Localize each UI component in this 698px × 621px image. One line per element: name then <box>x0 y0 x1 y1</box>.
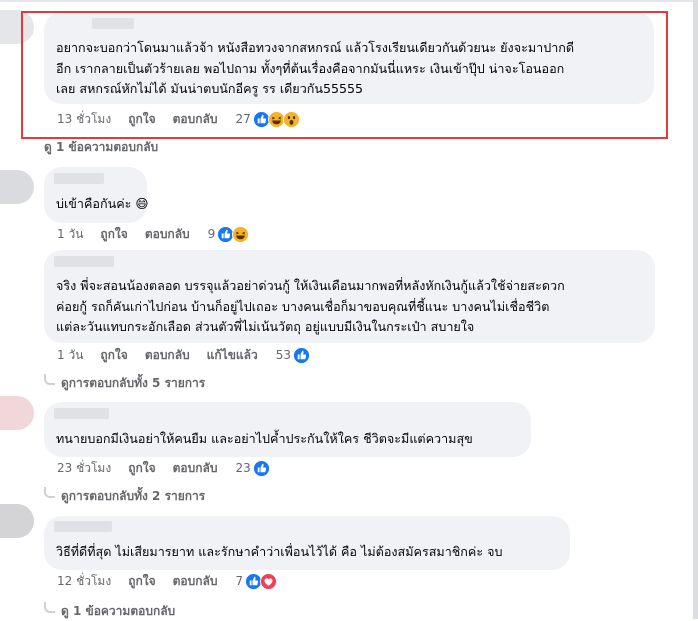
reply-thread-curve <box>44 374 55 385</box>
reply-thread-curve <box>44 602 55 613</box>
comment-text-line: จริง พี่จะสอนน้องตลอด บรรจุแล้วอย่าด่วนก… <box>56 278 565 293</box>
reply-button[interactable]: ตอบกลับ <box>145 225 190 244</box>
view-replies-link[interactable]: ดูการตอบกลับทั้ง 5 รายการ <box>44 374 205 393</box>
top-divider <box>0 0 698 2</box>
comment-timestamp[interactable]: 12 ชั่วโมง <box>57 572 111 591</box>
comment-text-line: ทนายบอกมีเงินอย่าให้คนยืม และอย่าไปค้ำปร… <box>56 431 473 446</box>
comment-actions: 23 ชั่วโมง ถูกใจ ตอบกลับ 23 <box>57 459 270 477</box>
avatar[interactable] <box>0 10 34 44</box>
reply-thread-curve <box>44 487 55 498</box>
reaction-count[interactable]: 7 <box>235 574 243 588</box>
reaction-icons[interactable] <box>245 572 278 590</box>
reaction-count[interactable]: 27 <box>235 112 250 126</box>
reaction-icons[interactable] <box>252 459 270 477</box>
reaction-icons[interactable] <box>252 110 300 128</box>
comment-actions: 13 ชั่วโมง ถูกใจ ตอบกลับ 27 <box>57 110 300 128</box>
reaction-count[interactable]: 23 <box>235 461 250 475</box>
comment-bubble: ทนายบอกมีเงินอย่าให้คนยืม และอย่าไปค้ำปร… <box>44 402 531 457</box>
avatar[interactable] <box>0 504 34 538</box>
comment-timestamp[interactable]: 1 วัน <box>57 346 83 365</box>
like-button[interactable]: ถูกใจ <box>100 225 127 244</box>
view-replies-label: ดูการตอบกลับทั้ง 5 รายการ <box>61 376 206 390</box>
avatar[interactable] <box>0 396 34 430</box>
wow-icon <box>282 110 300 128</box>
comment-actions: 12 ชั่วโมง ถูกใจ ตอบกลับ 7 <box>57 572 278 591</box>
like-icon <box>293 346 311 364</box>
comment-text-line: แต่ละวันแทบกระอักเลือด ส่วนตัวพี่ไม่เน้น… <box>56 319 475 334</box>
comment-timestamp[interactable]: 23 ชั่วโมง <box>57 459 111 478</box>
reply-button[interactable]: ตอบกลับ <box>173 572 218 591</box>
view-replies-link[interactable]: ดู 1 ข้อความตอบกลับ <box>44 138 158 157</box>
edited-label[interactable]: แก้ไขแล้ว <box>207 346 258 365</box>
like-button[interactable]: ถูกใจ <box>128 572 155 591</box>
view-replies-label: ดูการตอบกลับทั้ง 2 รายการ <box>61 489 206 503</box>
redacted-author-name <box>54 173 104 184</box>
comment-text-line: วิธีที่ดีที่สุด ไม่เสียมารยาท และรักษาคำ… <box>56 544 503 559</box>
like-button[interactable]: ถูกใจ <box>100 346 127 365</box>
reaction-count[interactable]: 53 <box>276 348 291 362</box>
avatar[interactable] <box>0 170 34 204</box>
redacted-author-name <box>54 256 114 267</box>
view-replies-link[interactable]: ดู 1 ข้อความตอบกลับ <box>44 602 175 621</box>
comment-timestamp[interactable]: 1 วัน <box>57 225 83 244</box>
view-replies-label: ดู 1 ข้อความตอบกลับ <box>61 604 176 618</box>
comment-text-line: บ่เข้าคือกันค่ะ 😄 <box>56 196 149 211</box>
comment-text-line: อยากจะบอกว่าโดนมาแล้วจ้า หนังสือทวงจากสห… <box>56 40 575 55</box>
reply-button[interactable]: ตอบกลับ <box>173 110 218 129</box>
comment-bubble: จริง พี่จะสอนน้องตลอด บรรจุแล้วอย่าด่วนก… <box>44 250 655 343</box>
reaction-icons[interactable] <box>217 225 250 243</box>
comment-text-line: ค่อยกู้ รถก็คันเก่าไปก่อน บ้านก็อยู่ไปเถ… <box>56 298 550 314</box>
comment-bubble: บ่เข้าคือกันค่ะ 😄 <box>44 167 149 223</box>
redacted-author-name <box>54 408 109 419</box>
comment-timestamp[interactable]: 13 ชั่วโมง <box>57 110 111 129</box>
comment-bubble: วิธีที่ดีที่สุด ไม่เสียมารยาท และรักษาคำ… <box>44 516 570 570</box>
love-icon <box>260 572 278 590</box>
reaction-icons[interactable] <box>293 346 311 364</box>
scrollbar-track[interactable] <box>693 0 698 619</box>
like-button[interactable]: ถูกใจ <box>128 459 155 478</box>
comment-actions: 1 วัน ถูกใจ ตอบกลับ 9 <box>57 225 250 244</box>
reaction-count[interactable]: 9 <box>208 227 216 241</box>
comment-text-line: อีก เรากลายเป็นตัวร้ายเลย พอไปถาม ทั้งๆท… <box>56 60 565 76</box>
like-icon <box>252 459 270 477</box>
redacted-author-name <box>54 521 112 532</box>
like-button[interactable]: ถูกใจ <box>128 110 155 129</box>
redacted-author-name <box>92 18 134 29</box>
comment-actions: 1 วัน ถูกใจ ตอบกลับ แก้ไขแล้ว 53 <box>57 346 311 365</box>
reply-button[interactable]: ตอบกลับ <box>173 459 218 478</box>
view-replies-label: ดู 1 ข้อความตอบกลับ <box>44 140 159 154</box>
view-replies-link[interactable]: ดูการตอบกลับทั้ง 2 รายการ <box>44 487 205 506</box>
haha-icon <box>232 225 250 243</box>
comment-bubble: อยากจะบอกว่าโดนมาแล้วจ้า หนังสือทวงจากสห… <box>44 12 654 104</box>
reply-button[interactable]: ตอบกลับ <box>145 346 190 365</box>
comment-text-line: เลย สหกรณ์หักไม่ได้ มันน่าตบนักอีครู รร … <box>56 81 364 96</box>
